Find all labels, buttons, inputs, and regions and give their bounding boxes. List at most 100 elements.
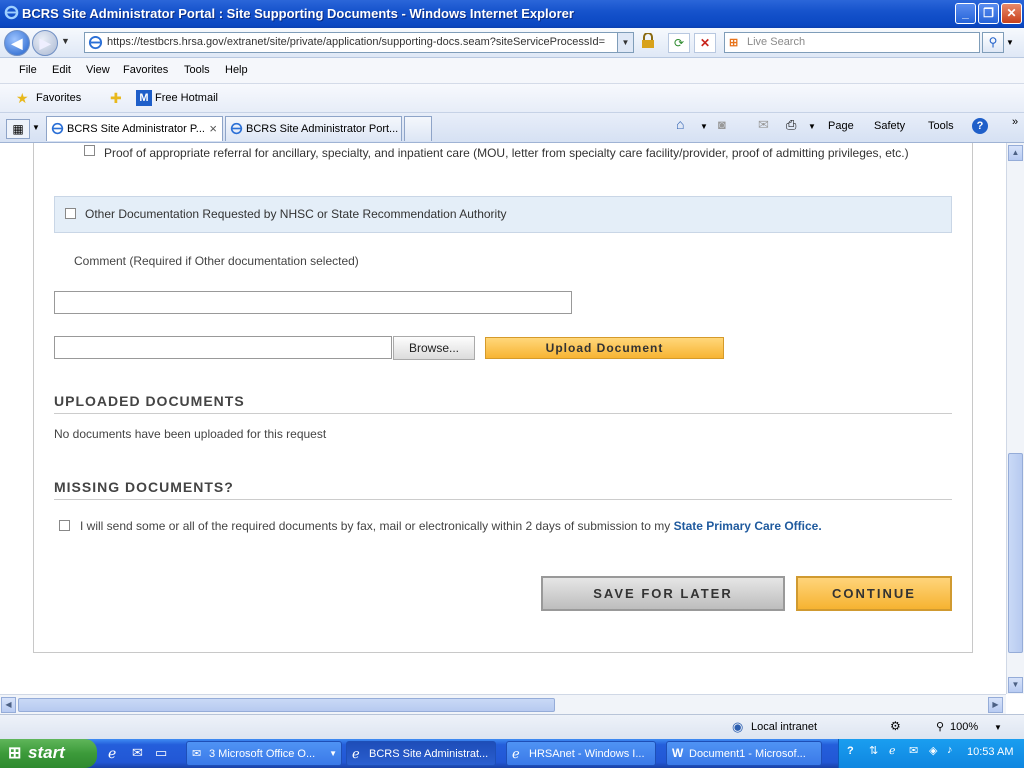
history-dropdown-icon[interactable]: ▼ — [61, 36, 70, 46]
url-field[interactable]: https://testbcrs.hrsa.gov/extranet/site/… — [84, 32, 634, 53]
quicklaunch-ie-icon[interactable]: ℯ — [108, 745, 116, 762]
horizontal-scrollbar[interactable]: ◀ ▶ — [0, 694, 1006, 714]
quicklaunch-desktop-icon[interactable]: ▭ — [155, 745, 167, 761]
page-content: Proof of appropriate referral for ancill… — [0, 143, 1006, 694]
protected-mode-icon[interactable]: ⚙ — [890, 719, 901, 733]
add-favorite-icon[interactable]: ✚ — [110, 90, 122, 107]
minimize-button[interactable]: _ — [955, 3, 976, 24]
help-icon[interactable]: ? — [972, 118, 988, 134]
tools-menu[interactable]: Tools — [928, 120, 954, 132]
ie-icon: ℯ — [352, 746, 360, 761]
taskbar-item-bcrs[interactable]: ℯ BCRS Site Administrat... — [346, 741, 496, 766]
url-text: https://testbcrs.hrsa.gov/extranet/site/… — [107, 36, 605, 48]
quicklaunch-outlook-icon[interactable]: ✉ — [132, 745, 143, 761]
scroll-down-icon[interactable]: ▼ — [1008, 677, 1023, 693]
feeds-icon[interactable]: ◙ — [718, 117, 726, 132]
print-dropdown-icon[interactable]: ▼ — [808, 122, 816, 131]
outlook-tray-icon[interactable]: ✉ — [909, 744, 918, 757]
save-for-later-button[interactable]: SAVE FOR LATER — [541, 576, 785, 611]
uploaded-documents-heading: UPLOADED DOCUMENTS — [54, 393, 952, 414]
scroll-right-icon[interactable]: ▶ — [988, 697, 1003, 713]
hotmail-link[interactable]: Free Hotmail — [155, 92, 218, 104]
safety-menu[interactable]: Safety — [874, 120, 905, 132]
forward-button[interactable]: ▶ — [32, 30, 58, 56]
other-doc-checkbox[interactable] — [65, 208, 76, 219]
zone-label: Local intranet — [751, 721, 818, 733]
word-icon: W — [672, 746, 684, 760]
url-dropdown-icon[interactable]: ▼ — [617, 33, 633, 52]
menu-favorites[interactable]: Favorites — [123, 64, 168, 76]
volume-tray-icon[interactable]: ♪ — [947, 744, 953, 756]
close-window-button[interactable]: ✕ — [1001, 3, 1022, 24]
missing-documents-heading: MISSING DOCUMENTS? — [54, 479, 952, 500]
close-tab-icon[interactable]: × — [209, 121, 217, 136]
taskbar-item-document[interactable]: W Document1 - Microsof... — [666, 741, 822, 766]
ie-logo-icon — [4, 5, 19, 20]
help-tray-icon[interactable]: ? — [847, 745, 854, 757]
scroll-up-icon[interactable]: ▲ — [1008, 145, 1023, 161]
back-button[interactable]: ◀ — [4, 30, 30, 56]
print-icon[interactable]: ⎙ — [786, 117, 796, 133]
windows-flag-icon: ⊞ — [729, 37, 739, 49]
scroll-left-icon[interactable]: ◀ — [1, 697, 16, 713]
page-menu[interactable]: Page — [828, 120, 854, 132]
comment-input[interactable] — [54, 291, 572, 314]
horizontal-scroll-thumb[interactable] — [18, 698, 555, 712]
msn-icon: M — [136, 90, 152, 106]
refresh-icon[interactable]: ⟳ — [668, 33, 690, 53]
security-tray-icon[interactable]: ◈ — [929, 744, 937, 757]
home-icon[interactable]: ⌂ — [676, 116, 684, 132]
menu-file[interactable]: File — [19, 64, 37, 76]
continue-button[interactable]: CONTINUE — [796, 576, 952, 611]
doc-row-referral: Proof of appropriate referral for ancill… — [54, 143, 952, 196]
status-bar: ◉ Local intranet ⚙ ⚲ 100% ▼ — [0, 714, 1024, 739]
tab-bcrs-active[interactable]: BCRS Site Administrator P... × — [46, 116, 223, 141]
referral-label: Proof of appropriate referral for ancill… — [104, 146, 909, 160]
referral-checkbox[interactable] — [84, 145, 95, 156]
ie-tab-icon — [51, 122, 64, 135]
restore-button[interactable]: ❐ — [978, 3, 999, 24]
clock: 10:53 AM — [967, 746, 1014, 758]
search-options-icon[interactable]: ▼ — [1006, 38, 1014, 47]
tab-bar: ▦ ▼ BCRS Site Administrator P... × BCRS … — [0, 113, 1024, 143]
browse-button[interactable]: Browse... — [393, 336, 475, 360]
zoom-level[interactable]: 100% — [950, 721, 978, 733]
intranet-zone-icon: ◉ — [732, 719, 744, 734]
start-button[interactable]: ⊞ start — [0, 739, 97, 768]
search-icon[interactable]: ⚲ — [982, 32, 1004, 53]
tab-list-icon[interactable]: ▼ — [32, 123, 40, 132]
taskbar-item-hrsanet[interactable]: ℯ HRSAnet - Windows I... — [506, 741, 656, 766]
home-dropdown-icon[interactable]: ▼ — [700, 122, 708, 131]
lock-icon[interactable] — [638, 32, 658, 53]
menu-view[interactable]: View — [86, 64, 110, 76]
outlook-icon: ✉ — [192, 748, 202, 760]
ie-tab-icon — [230, 122, 243, 135]
file-path-input[interactable] — [54, 336, 392, 359]
more-commands-icon[interactable]: » — [1012, 116, 1018, 128]
upload-document-button[interactable]: Upload Document — [485, 337, 724, 359]
read-mail-icon[interactable]: ✉ — [758, 117, 769, 133]
ie-tray-icon[interactable]: ℯ — [889, 744, 896, 757]
ie-icon: ℯ — [512, 746, 520, 761]
send-later-checkbox[interactable] — [59, 520, 70, 531]
search-input[interactable]: ⊞ Live Search — [724, 32, 980, 53]
window-title: BCRS Site Administrator Portal : Site Su… — [22, 6, 574, 21]
system-tray: ? ⇅ ℯ ✉ ◈ ♪ 10:53 AM — [838, 739, 1024, 768]
new-tab-button[interactable] — [404, 116, 432, 141]
tab-bcrs-second[interactable]: BCRS Site Administrator Port... — [225, 116, 402, 141]
address-bar: ◀ ▶ ▼ https://testbcrs.hrsa.gov/extranet… — [0, 28, 1024, 58]
menu-tools[interactable]: Tools — [184, 64, 210, 76]
favorites-bar: ★ Favorites ✚ M Free Hotmail — [0, 84, 1024, 113]
taskbar-item-office[interactable]: ✉ 3 Microsoft Office O... ▼ — [186, 741, 342, 766]
state-primary-care-office-link[interactable]: State Primary Care Office. — [674, 519, 822, 533]
stop-icon[interactable]: ✕ — [694, 33, 716, 53]
quick-tabs-icon[interactable]: ▦ — [6, 119, 30, 139]
favorites-button[interactable]: Favorites — [36, 92, 81, 104]
network-tray-icon[interactable]: ⇅ — [869, 744, 878, 757]
vertical-scrollbar[interactable]: ▲ ▼ — [1006, 143, 1024, 694]
zoom-dropdown-icon[interactable]: ▼ — [994, 723, 1002, 732]
menu-help[interactable]: Help — [225, 64, 248, 76]
menu-edit[interactable]: Edit — [52, 64, 71, 76]
vertical-scroll-thumb[interactable] — [1008, 453, 1023, 653]
window-title-bar: BCRS Site Administrator Portal : Site Su… — [0, 0, 1024, 28]
